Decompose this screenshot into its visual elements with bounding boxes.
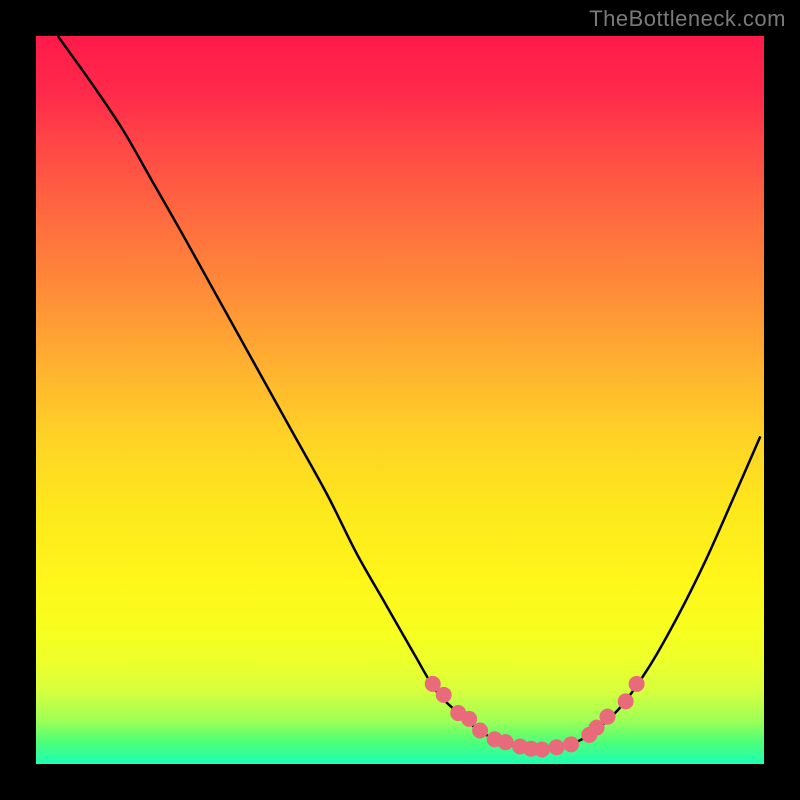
data-point bbox=[461, 711, 477, 727]
data-point bbox=[549, 739, 565, 755]
data-point bbox=[436, 687, 452, 703]
data-point bbox=[629, 676, 645, 692]
bottleneck-curve bbox=[58, 36, 761, 750]
data-point bbox=[534, 741, 550, 757]
data-point bbox=[563, 736, 579, 752]
data-point bbox=[599, 709, 615, 725]
watermark-label: TheBottleneck.com bbox=[589, 6, 786, 32]
data-point bbox=[472, 723, 488, 739]
bottleneck-points bbox=[425, 676, 645, 758]
data-point bbox=[618, 693, 634, 709]
chart-svg bbox=[36, 36, 764, 764]
data-point bbox=[498, 734, 514, 750]
